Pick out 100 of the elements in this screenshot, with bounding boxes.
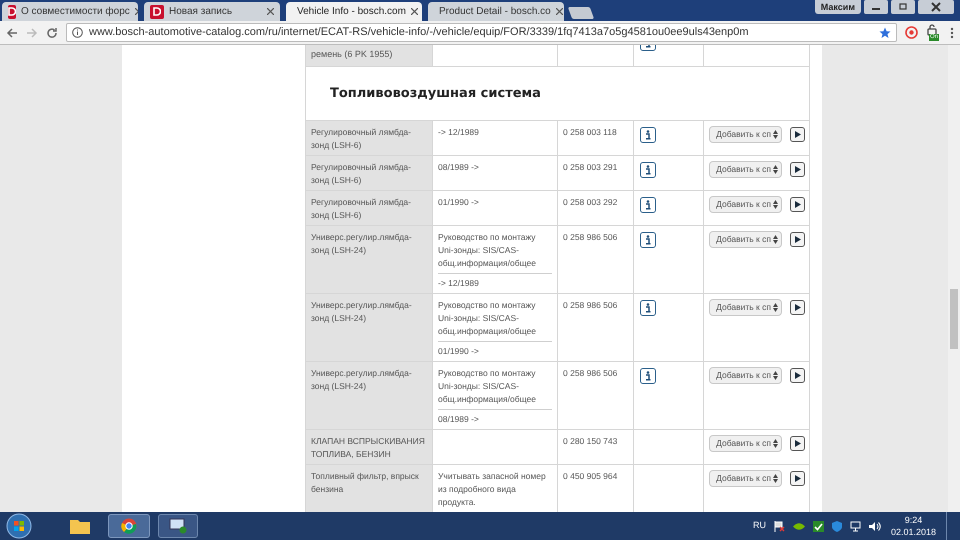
tab-title: Новая запись: [169, 5, 232, 19]
date-range: 01/1990 ->: [438, 346, 479, 356]
play-button[interactable]: [790, 127, 805, 142]
back-icon[interactable]: [6, 26, 18, 38]
part-name: ремень (6 PK 1955): [311, 49, 392, 59]
address-bar[interactable]: www.bosch-automotive-catalog.com/ru/internet/ECAT-RS/vehicle-info/-/vehicle/equip/FOR/3339/1fq7413a7o5g4581ou0ee9uls43enp0m: [66, 23, 897, 42]
speaker-icon[interactable]: [868, 520, 881, 532]
play-button[interactable]: [790, 436, 805, 451]
clock[interactable]: 9:24 02.01.2018: [888, 514, 938, 538]
note-text: Руководство по монтажу Uni-зонды: SIS/CAS-общ.информация/общее: [438, 299, 537, 338]
part-name: Регулировочный лямбда-зонд (LSH-6): [311, 127, 411, 150]
part-name: Универс.регулир.лямбда-зонд (LSH-24): [311, 300, 412, 323]
play-button[interactable]: [790, 232, 805, 247]
close-icon[interactable]: [918, 0, 954, 14]
part-number: 0 258 003 291: [563, 162, 618, 172]
play-icon: [794, 440, 800, 447]
spinner-caret-icon: [773, 130, 778, 139]
new-tab-button[interactable]: [568, 7, 594, 19]
info-icon: [645, 130, 651, 140]
play-button[interactable]: [790, 162, 805, 177]
info-button[interactable]: [640, 232, 656, 248]
browser-tab[interactable]: О совместимости форс: [2, 2, 138, 21]
info-button[interactable]: [640, 368, 656, 384]
note-text: Руководство по монтажу Uni-зонды: SIS/CAS-общ.информация/общее: [438, 367, 537, 406]
info-icon: [72, 27, 83, 38]
part-number: 0 258 986 506: [563, 300, 618, 310]
browser-tab[interactable]: Vehicle Info - bosch.com: [286, 2, 422, 21]
spinner-caret-icon: [773, 439, 778, 448]
checkmark-icon[interactable]: [812, 520, 824, 532]
tab-title: Vehicle Info - bosch.com: [297, 5, 406, 19]
note-text: Учитывать запасной номер из подробного вида продукта.: [438, 470, 547, 509]
add-to-list-select[interactable]: Добавить к сп: [709, 367, 782, 384]
date-range: 08/1989 ->: [438, 162, 479, 172]
spinner-caret-icon: [773, 303, 778, 312]
part-name: Универс.регулир.лямбда-зонд (LSH-24): [311, 232, 412, 255]
tab-title: О совместимости форс: [21, 5, 130, 19]
date-range: -> 12/1989: [438, 127, 479, 137]
menu-icon[interactable]: [950, 26, 954, 38]
add-to-list-select[interactable]: Добавить к сп: [709, 231, 782, 248]
info-button[interactable]: [640, 127, 656, 143]
add-to-list-select[interactable]: Добавить к сп: [709, 126, 782, 143]
part-name: Регулировочный лямбда-зонд (LSH-6): [311, 197, 411, 220]
part-number: 0 450 905 964: [563, 471, 618, 481]
play-icon: [794, 372, 800, 379]
gpu-icon[interactable]: [792, 522, 805, 530]
network-icon[interactable]: [850, 520, 861, 532]
shield-icon[interactable]: [832, 520, 842, 532]
date-range: 01/1990 ->: [438, 197, 479, 207]
profile-button[interactable]: Максим: [814, 0, 861, 14]
add-to-list-select[interactable]: Добавить к сп: [709, 435, 782, 452]
part-name: Универс.регулир.лямбда-зонд (LSH-24): [311, 368, 412, 391]
flag-icon[interactable]: [774, 520, 785, 532]
reload-icon[interactable]: [46, 26, 58, 38]
target-icon[interactable]: [905, 26, 918, 39]
play-button[interactable]: [790, 197, 805, 212]
close-icon: [410, 8, 418, 15]
browser-tab[interactable]: Новая запись: [144, 2, 280, 21]
play-button[interactable]: [790, 368, 805, 383]
start-button-icon[interactable]: [6, 513, 32, 539]
info-icon: [645, 235, 651, 245]
part-number: 0 258 986 506: [563, 232, 618, 242]
extension-icon[interactable]: [926, 24, 938, 36]
language-indicator[interactable]: RU: [752, 519, 766, 533]
info-button[interactable]: [640, 300, 656, 316]
part-number: 0 258 986 506: [563, 368, 618, 378]
close-icon: [556, 8, 563, 15]
restore-icon[interactable]: [891, 0, 915, 14]
play-button[interactable]: [790, 471, 805, 486]
add-to-list-select[interactable]: Добавить к сп: [709, 299, 782, 316]
play-icon: [794, 201, 800, 208]
site-logo-icon: [150, 4, 164, 18]
close-icon: [267, 8, 274, 15]
star-icon[interactable]: [879, 26, 891, 38]
add-to-list-select[interactable]: Добавить к сп: [709, 470, 782, 487]
add-to-list-select[interactable]: Добавить к сп: [709, 161, 782, 178]
play-icon: [794, 131, 800, 138]
browser-taskbar-button[interactable]: [108, 514, 150, 538]
remote-desktop-taskbar-button[interactable]: [158, 514, 198, 538]
play-button[interactable]: [790, 300, 805, 315]
info-icon: [645, 200, 651, 210]
part-number: 0 258 003 118: [563, 127, 617, 137]
info-icon: [645, 165, 651, 175]
info-icon: [645, 303, 651, 313]
info-button[interactable]: [640, 197, 656, 213]
date-range: 08/1989 ->: [438, 414, 479, 424]
part-name: Регулировочный лямбда-зонд (LSH-6): [311, 162, 411, 185]
scrollbar[interactable]: [948, 45, 960, 512]
tab-title: Product Detail - bosch.co: [439, 5, 551, 19]
date-range: -> 12/1989: [438, 278, 479, 288]
part-number: 0 280 150 743: [563, 436, 618, 446]
play-icon: [794, 166, 800, 173]
url-text: www.bosch-automotive-catalog.com/ru/internet/ECAT-RS/vehicle-info/-/vehicle/equip/FOR/3339/1fq7413a7o5g4581ou0ee9uls43enp0m: [89, 25, 749, 40]
info-button[interactable]: [640, 162, 656, 178]
spinner-caret-icon: [773, 474, 778, 483]
spinner-caret-icon: [773, 200, 778, 209]
part-name: Топливный фильтр, впрыск бензина: [311, 471, 419, 494]
minimize-icon[interactable]: [864, 0, 888, 14]
add-to-list-select[interactable]: Добавить к сп: [709, 196, 782, 213]
browser-tab[interactable]: Product Detail - bosch.co: [428, 2, 564, 21]
info-icon: [645, 371, 651, 381]
